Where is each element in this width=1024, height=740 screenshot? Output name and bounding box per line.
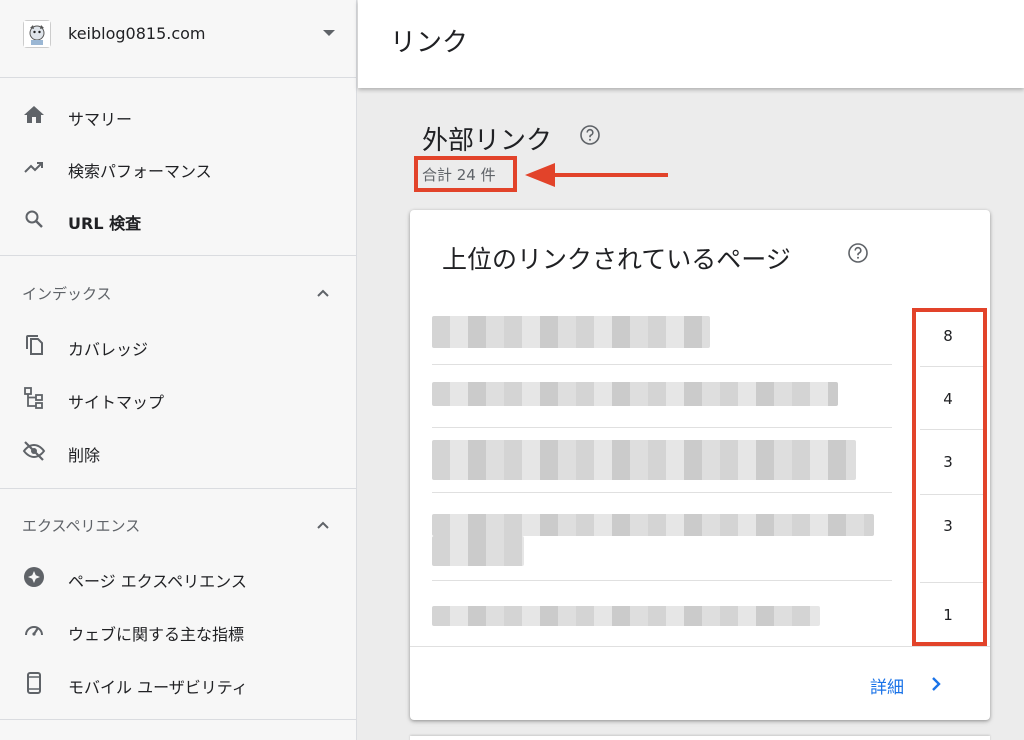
nav-label: 検索パフォーマンス [68,162,212,181]
card-title: 上位のリンクされているページ [442,245,791,274]
property-selector[interactable]: keiblog0815.com [0,0,356,78]
row-divider [432,364,892,365]
top-linked-pages-card: 上位のリンクされているページ 8 4 3 3 1 詳細 [410,210,990,720]
help-icon[interactable] [579,124,601,146]
section-header-experience: エクスペリエンス [22,517,141,535]
divider [0,488,356,489]
annotation-arrow [525,163,668,187]
nav-label: モバイル ユーザビリティ [68,678,248,697]
chevron-right-icon[interactable] [928,674,944,694]
eye-off-icon [22,439,46,463]
sidebar: keiblog0815.com サマリー 検索パフォーマンス URL 検査 イン… [0,0,357,740]
nav-label: ウェブに関する主な指標 [68,625,245,644]
row-divider [432,427,892,428]
table-row-url-blurred [432,536,524,566]
help-icon[interactable] [847,242,869,264]
detail-link[interactable]: 詳細 [870,673,904,698]
nav-coverage[interactable]: カバレッジ [0,320,356,370]
search-icon [22,207,46,231]
nav-label: サマリー [68,110,133,129]
site-favicon [23,20,51,48]
nav-url-inspection[interactable]: URL 検査 [0,194,356,244]
dropdown-caret-icon[interactable] [323,30,335,36]
page-title: リンク [390,28,469,58]
nav-removals[interactable]: 削除 [0,426,356,476]
card-footer-divider [410,646,990,647]
table-row-url-blurred[interactable] [432,514,874,536]
row-divider [432,492,892,493]
speed-icon [22,618,46,642]
home-icon [22,103,46,127]
sitemap-icon [22,386,46,410]
copy-icon [22,333,46,357]
divider [0,255,356,256]
section-header-index: インデックス [22,285,112,303]
nav-sitemaps[interactable]: サイトマップ [0,373,356,423]
nav-search-performance[interactable]: 検索パフォーマンス [0,142,356,192]
table-row-url-blurred[interactable] [432,382,838,406]
table-row-url-blurred[interactable] [432,606,820,626]
nav-label: ページ エクスペリエンス [68,572,247,591]
table-row-url-blurred[interactable] [432,440,856,480]
star-badge-icon [22,565,46,589]
row-divider [432,580,892,581]
external-links-title: 外部リンク [422,126,553,156]
next-card-edge [410,736,990,740]
nav-summary[interactable]: サマリー [0,90,356,140]
table-row-url-blurred[interactable] [432,316,710,348]
smartphone-icon [22,671,46,695]
divider [0,719,356,720]
chevron-up-icon[interactable] [316,520,330,530]
nav-label: URL 検査 [68,214,142,233]
header-bar: リンク [358,0,1024,88]
nav-core-web-vitals[interactable]: ウェブに関する主な指標 [0,605,356,655]
nav-label: サイトマップ [68,393,165,412]
counts-highlight-box [912,308,987,646]
external-links-total: 合計 24 件 [422,166,496,184]
nav-label: カバレッジ [68,340,149,359]
trending-up-icon [22,155,46,179]
nav-label: 削除 [68,446,101,465]
property-name: keiblog0815.com [68,24,206,43]
nav-page-experience[interactable]: ページ エクスペリエンス [0,552,356,602]
chevron-up-icon[interactable] [316,288,330,298]
nav-mobile-usability[interactable]: モバイル ユーザビリティ [0,658,356,708]
